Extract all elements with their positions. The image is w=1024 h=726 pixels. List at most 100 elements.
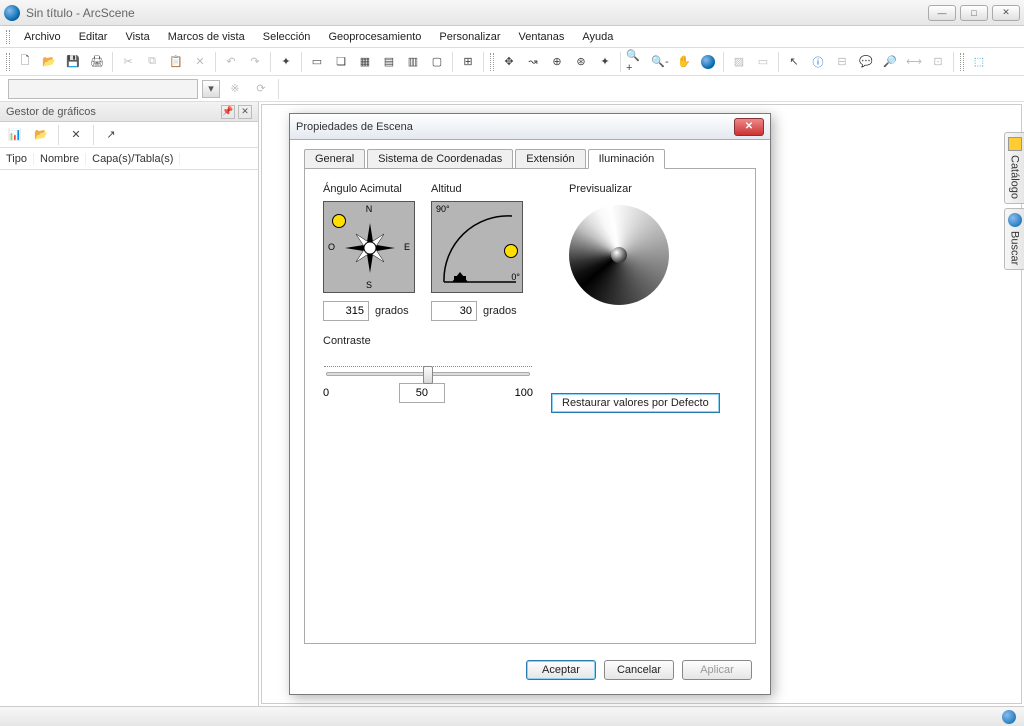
tab-general[interactable]: General bbox=[304, 149, 365, 169]
panel-header: Gestor de gráficos 📌 ✕ bbox=[0, 102, 258, 122]
delete-icon[interactable]: ✕ bbox=[189, 51, 211, 73]
pointer-icon[interactable]: ↖ bbox=[783, 51, 805, 73]
grip-icon bbox=[960, 53, 964, 71]
col-capas[interactable]: Capa(s)/Tabla(s) bbox=[86, 153, 180, 165]
catalog-label: Catálogo bbox=[1009, 155, 1021, 199]
dialog-titlebar[interactable]: Propiedades de Escena ✕ bbox=[290, 114, 770, 140]
open-icon[interactable]: 📂 bbox=[38, 51, 60, 73]
altitude-label: Altitud bbox=[431, 183, 523, 195]
tip-icon[interactable]: ⊟ bbox=[831, 51, 853, 73]
save-icon[interactable]: 💾 bbox=[62, 51, 84, 73]
source-icon[interactable]: ※ bbox=[224, 78, 246, 100]
layer-combo[interactable] bbox=[8, 79, 198, 99]
menu-seleccion[interactable]: Selección bbox=[255, 29, 319, 45]
menu-geoproc[interactable]: Geoprocesamiento bbox=[320, 29, 429, 45]
redo-icon[interactable]: ↷ bbox=[244, 51, 266, 73]
tile2-icon[interactable]: ▤ bbox=[378, 51, 400, 73]
fly-icon[interactable]: ↝ bbox=[522, 51, 544, 73]
remove-icon[interactable]: ✕ bbox=[65, 124, 87, 146]
minimize-button[interactable]: — bbox=[928, 5, 956, 21]
ok-button[interactable]: Aceptar bbox=[526, 660, 596, 680]
find-icon[interactable]: 🔎 bbox=[879, 51, 901, 73]
search-icon bbox=[1008, 213, 1022, 227]
copy-icon[interactable]: ⧉ bbox=[141, 51, 163, 73]
target-icon[interactable]: ⊕ bbox=[546, 51, 568, 73]
restore-defaults-button[interactable]: Restaurar valores por Defecto bbox=[551, 393, 720, 413]
panel-toolbar: 📊 📂 ✕ ↗ bbox=[0, 122, 258, 148]
dialog-title: Propiedades de Escena bbox=[296, 121, 734, 133]
navigate-icon[interactable]: ✥ bbox=[498, 51, 520, 73]
azimuth-thumb[interactable]: N S E O bbox=[323, 201, 415, 293]
maximize-button[interactable]: □ bbox=[960, 5, 988, 21]
tile-icon[interactable]: ▦ bbox=[354, 51, 376, 73]
observer-icon[interactable]: ✦ bbox=[594, 51, 616, 73]
illumination-preview bbox=[569, 205, 669, 305]
apply-button[interactable]: Aplicar bbox=[682, 660, 752, 680]
illumination-panel: Ángulo Acimutal N S E O bbox=[304, 168, 756, 644]
cube-icon[interactable]: ⬚ bbox=[968, 51, 990, 73]
catalog-icon bbox=[1008, 137, 1022, 151]
menu-archivo[interactable]: Archivo bbox=[16, 29, 69, 45]
window-icon[interactable]: ▭ bbox=[306, 51, 328, 73]
identify-icon[interactable]: ⓘ bbox=[807, 51, 829, 73]
zoom-out-icon[interactable]: 🔍- bbox=[649, 51, 671, 73]
altitude-unit: grados bbox=[483, 305, 517, 317]
contrast-max: 100 bbox=[515, 387, 533, 399]
cancel-button[interactable]: Cancelar bbox=[604, 660, 674, 680]
tab-coords[interactable]: Sistema de Coordenadas bbox=[367, 149, 513, 169]
search-tab[interactable]: Buscar bbox=[1004, 208, 1024, 270]
pin-icon[interactable]: 📌 bbox=[221, 105, 235, 119]
col-tipo[interactable]: Tipo bbox=[0, 153, 34, 165]
comment-icon[interactable]: 💬 bbox=[855, 51, 877, 73]
menu-editar[interactable]: Editar bbox=[71, 29, 116, 45]
combo-dropdown-icon[interactable]: ▾ bbox=[202, 80, 220, 98]
app-icon bbox=[4, 5, 20, 21]
menu-personalizar[interactable]: Personalizar bbox=[431, 29, 508, 45]
new-icon[interactable]: 🗋 bbox=[14, 51, 36, 73]
slider-thumb-icon[interactable] bbox=[423, 366, 433, 384]
preview-label: Previsualizar bbox=[569, 183, 669, 195]
cut-icon[interactable]: ✂ bbox=[117, 51, 139, 73]
dialog-close-button[interactable]: ✕ bbox=[734, 118, 764, 136]
zoom-in-icon[interactable]: 🔍+ bbox=[625, 51, 647, 73]
menu-vista[interactable]: Vista bbox=[117, 29, 157, 45]
grip-icon bbox=[6, 30, 10, 44]
open-folder-icon[interactable]: 📂 bbox=[30, 124, 52, 146]
panel-close-icon[interactable]: ✕ bbox=[238, 105, 252, 119]
paste-icon[interactable]: 📋 bbox=[165, 51, 187, 73]
altitude-thumb[interactable]: 90° 0° bbox=[431, 201, 523, 293]
clear-icon[interactable]: ⟳ bbox=[250, 78, 272, 100]
main-toolbar: 🗋 📂 💾 🖨 ✂ ⧉ 📋 ✕ ↶ ↷ ✦ ▭ ❏ ▦ ▤ ▥ ▢ ⊞ ✥ ↝ … bbox=[0, 48, 1024, 76]
full-extent-icon[interactable] bbox=[697, 51, 719, 73]
viewer-icon[interactable]: ▢ bbox=[426, 51, 448, 73]
window2-icon[interactable]: ▭ bbox=[752, 51, 774, 73]
menu-ventanas[interactable]: Ventanas bbox=[511, 29, 573, 45]
add-data-icon[interactable]: ✦ bbox=[275, 51, 297, 73]
contrast-label: Contraste bbox=[323, 335, 533, 347]
azimuth-unit: grados bbox=[375, 305, 409, 317]
altitude-input[interactable] bbox=[431, 301, 477, 321]
contrast-min: 0 bbox=[323, 387, 329, 399]
menu-marcos[interactable]: Marcos de vista bbox=[160, 29, 253, 45]
undo-icon[interactable]: ↶ bbox=[220, 51, 242, 73]
export-icon[interactable]: ↗ bbox=[100, 124, 122, 146]
time-icon[interactable]: ⊡ bbox=[927, 51, 949, 73]
menu-ayuda[interactable]: Ayuda bbox=[574, 29, 621, 45]
ruler-icon[interactable]: ⟷ bbox=[903, 51, 925, 73]
azimuth-input[interactable] bbox=[323, 301, 369, 321]
chart-icon[interactable]: 📊 bbox=[4, 124, 26, 146]
tile3-icon[interactable]: ▥ bbox=[402, 51, 424, 73]
tab-extension[interactable]: Extensión bbox=[515, 149, 585, 169]
print-icon[interactable]: 🖨 bbox=[86, 51, 108, 73]
model-icon[interactable]: ⊞ bbox=[457, 51, 479, 73]
measure-icon[interactable]: ▨ bbox=[728, 51, 750, 73]
zoom-target-icon[interactable]: ⊛ bbox=[570, 51, 592, 73]
col-nombre[interactable]: Nombre bbox=[34, 153, 86, 165]
cascade-icon[interactable]: ❏ bbox=[330, 51, 352, 73]
pan-icon[interactable]: ✋ bbox=[673, 51, 695, 73]
contrast-slider[interactable] bbox=[323, 353, 533, 377]
close-button[interactable]: ✕ bbox=[992, 5, 1020, 21]
catalog-tab[interactable]: Catálogo bbox=[1004, 132, 1024, 204]
tab-iluminacion[interactable]: Iluminación bbox=[588, 149, 666, 169]
contrast-input[interactable] bbox=[399, 383, 445, 403]
